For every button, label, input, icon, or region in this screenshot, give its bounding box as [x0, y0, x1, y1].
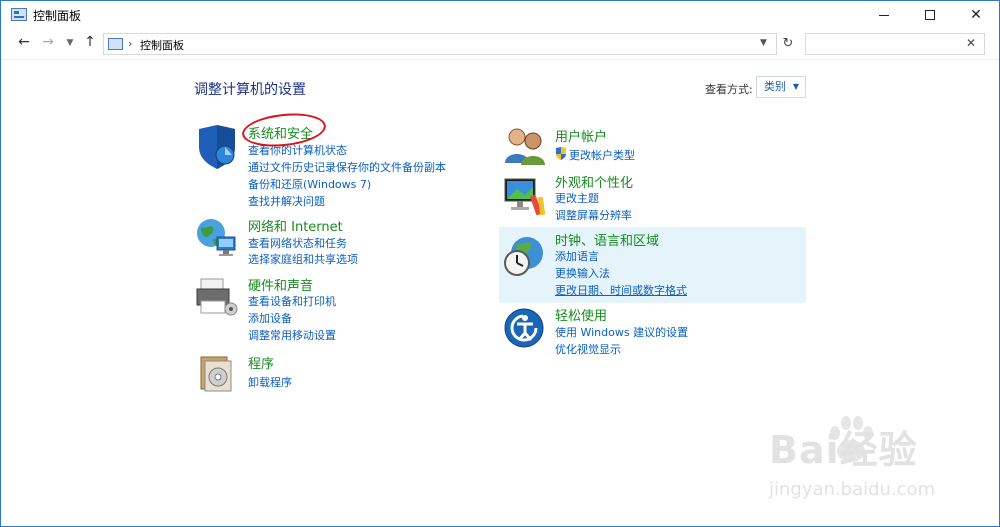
- maximize-icon: [925, 10, 935, 20]
- link-mobility-settings[interactable]: 调整常用移动设置: [248, 327, 336, 343]
- category-user-accounts[interactable]: 用户帐户: [555, 126, 607, 145]
- link-add-language[interactable]: 添加语言: [555, 248, 599, 264]
- address-bar[interactable]: › 控制面板 ▼: [103, 33, 777, 55]
- breadcrumb-control-panel[interactable]: 控制面板: [140, 37, 184, 53]
- watermark-url: jingyan.baidu.com: [769, 479, 936, 500]
- watermark-brand: Bai经验: [769, 428, 918, 472]
- link-add-device[interactable]: 添加设备: [248, 310, 292, 326]
- network-globe-icon: [197, 219, 236, 256]
- recent-locations-dropdown[interactable]: ▼: [61, 38, 79, 48]
- chevron-down-icon[interactable]: ▼: [760, 38, 767, 48]
- link-network-status[interactable]: 查看网络状态和任务: [248, 235, 347, 251]
- category-network-internet[interactable]: 网络和 Internet: [248, 216, 343, 235]
- page-title: 调整计算机的设置: [194, 82, 306, 98]
- category-hardware-sound[interactable]: 硬件和声音: [248, 275, 313, 294]
- link-troubleshoot[interactable]: 查找并解决问题: [248, 193, 325, 209]
- programs-icon: [200, 356, 232, 392]
- link-change-input-method[interactable]: 更换输入法: [555, 265, 610, 281]
- link-file-history-backup[interactable]: 通过文件历史记录保存你的文件备份副本: [248, 159, 446, 175]
- link-devices-printers[interactable]: 查看设备和打印机: [248, 293, 336, 309]
- link-backup-restore[interactable]: 备份和还原(Windows 7): [248, 176, 371, 192]
- user-accounts-icon: [505, 128, 545, 165]
- refresh-button[interactable]: ↻: [779, 33, 797, 55]
- category-programs[interactable]: 程序: [248, 353, 274, 372]
- printer-icon: [196, 278, 238, 316]
- uac-shield-icon: [556, 147, 566, 160]
- control-panel-window: 控制面板 ✕ ← → ▼ ↑ › 控制面板 ▼ ↻ ✕ 调整计算机的设置 查看方…: [0, 0, 1000, 527]
- minimize-icon: [879, 15, 889, 16]
- forward-button[interactable]: →: [39, 34, 57, 50]
- clock-globe-icon: [504, 237, 543, 276]
- link-windows-recommended-settings[interactable]: 使用 Windows 建议的设置: [555, 324, 688, 340]
- ease-of-access-icon: [504, 308, 544, 348]
- link-screen-resolution[interactable]: 调整屏幕分辨率: [555, 207, 632, 223]
- link-homegroup-sharing[interactable]: 选择家庭组和共享选项: [248, 251, 358, 267]
- divider: [1, 59, 999, 60]
- category-ease-of-access[interactable]: 轻松使用: [555, 305, 607, 324]
- control-panel-icon: [11, 8, 27, 21]
- title-bar[interactable]: 控制面板 ✕: [1, 1, 999, 29]
- link-date-time-number-format[interactable]: 更改日期、时间或数字格式: [555, 282, 687, 298]
- navigation-bar: ← → ▼ ↑ › 控制面板 ▼ ↻ ✕: [1, 29, 999, 59]
- link-change-account-type[interactable]: 更改帐户类型: [569, 147, 635, 163]
- view-by-select[interactable]: 类别 ▼: [756, 76, 806, 98]
- link-optimize-visual-display[interactable]: 优化视觉显示: [555, 341, 621, 357]
- window-title: 控制面板: [33, 9, 82, 23]
- close-button[interactable]: ✕: [953, 1, 999, 29]
- chevron-down-icon: ▼: [792, 82, 799, 91]
- view-by-label: 查看方式:: [705, 83, 753, 96]
- minimize-button[interactable]: [861, 1, 907, 29]
- link-change-theme[interactable]: 更改主题: [555, 190, 599, 206]
- category-appearance-personalization[interactable]: 外观和个性化: [555, 172, 633, 191]
- shield-icon: [199, 125, 235, 169]
- category-clock-language-region[interactable]: 时钟、语言和区域: [555, 230, 659, 249]
- clear-search-icon[interactable]: ✕: [966, 36, 976, 50]
- control-panel-icon: [108, 38, 123, 50]
- view-by-value: 类别: [764, 80, 786, 93]
- link-uninstall-program[interactable]: 卸载程序: [248, 374, 292, 390]
- back-button[interactable]: ←: [15, 34, 33, 50]
- chevron-right-icon[interactable]: ›: [128, 37, 132, 50]
- maximize-button[interactable]: [907, 1, 953, 29]
- close-icon: ✕: [970, 7, 982, 23]
- up-button[interactable]: ↑: [81, 34, 99, 50]
- appearance-monitor-icon: [504, 178, 546, 216]
- search-input[interactable]: ✕: [805, 33, 985, 55]
